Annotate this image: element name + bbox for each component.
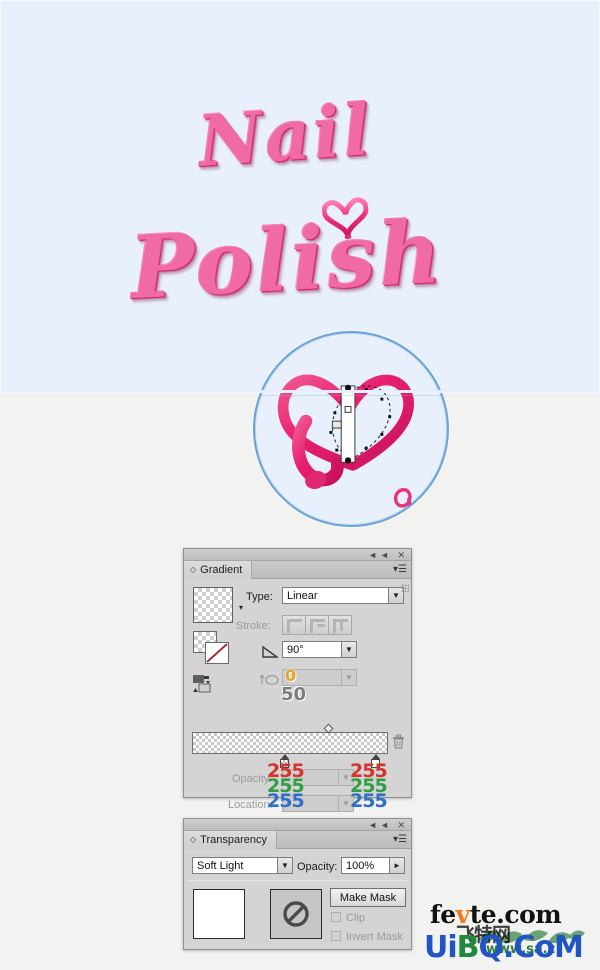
transparency-panel-tabbar: ◇ Transparency ▾☰ bbox=[184, 830, 411, 849]
clip-checkbox-label: Clip bbox=[346, 912, 365, 924]
tab-diamond-icon: ◇ bbox=[190, 835, 197, 844]
transparency-opacity-value[interactable]: 100% bbox=[341, 857, 390, 874]
location-label: Location: bbox=[228, 799, 273, 811]
aspect-overlay-value: 0 bbox=[285, 666, 297, 685]
heart-decoration-icon bbox=[321, 197, 369, 240]
detail-heart-paths bbox=[277, 374, 414, 517]
tab-gradient[interactable]: ◇ Gradient bbox=[184, 560, 253, 579]
blend-mode-select[interactable]: Soft Light ▼ bbox=[192, 857, 293, 874]
angle-icon bbox=[262, 645, 280, 661]
transparency-panel-body: Soft Light ▼ Opacity: 100% ► Make Mask C… bbox=[184, 849, 411, 943]
tab-diamond-icon: ◇ bbox=[190, 565, 197, 574]
watermark-brand-part1: Ui bbox=[424, 930, 458, 965]
gradient-panel-body: ▾ Type: Linear ▼ Stroke: 90° ▼ ▼ 0 50 Op… bbox=[184, 579, 411, 812]
watermark-brand-text: UiBQ.CoM bbox=[424, 930, 584, 965]
opacity-flyout-icon[interactable]: ► bbox=[390, 857, 405, 874]
chevron-down-icon[interactable]: ▼ bbox=[342, 641, 357, 658]
rgb-left-blue: 255 bbox=[267, 790, 305, 812]
gradient-panel-menu-icon[interactable]: ▾☰ bbox=[393, 564, 407, 576]
artboard-canvas: Nail Polish bbox=[0, 0, 600, 527]
angle-field[interactable]: 90° ▼ bbox=[282, 641, 357, 658]
transparency-panel-menu-icon[interactable]: ▾☰ bbox=[393, 834, 407, 846]
blend-mode-value[interactable]: Soft Light bbox=[192, 857, 278, 874]
collapse-icon[interactable]: ◄◄ bbox=[368, 550, 392, 560]
watermark-brand-part3: Q.CoM bbox=[478, 930, 584, 965]
gradient-preview-swatch[interactable] bbox=[193, 587, 233, 623]
trash-icon[interactable] bbox=[392, 734, 405, 750]
chevron-down-icon[interactable]: ▼ bbox=[278, 857, 293, 874]
invert-mask-checkbox-box bbox=[331, 931, 341, 941]
stroke-label: Stroke: bbox=[236, 620, 271, 632]
tab-transparency[interactable]: ◇ Transparency bbox=[184, 830, 277, 849]
chevron-down-icon: ▼ bbox=[342, 669, 357, 686]
invert-mask-checkbox-label: Invert Mask bbox=[346, 931, 403, 943]
artwork-word-polish: Polish bbox=[126, 200, 446, 319]
aspect-ratio-icon bbox=[259, 672, 280, 689]
tab-gradient-label: Gradient bbox=[200, 563, 243, 576]
fill-stroke-indicator[interactable] bbox=[193, 631, 233, 667]
watermark-site-suffix: te.com bbox=[469, 900, 562, 929]
stroke-across-gradient-button bbox=[328, 615, 352, 635]
gradient-panel-titlebar[interactable]: ◄◄ ✕ bbox=[184, 549, 411, 561]
transparency-opacity-field[interactable]: 100% ► bbox=[341, 857, 405, 874]
watermark-site-prefix: fe bbox=[430, 900, 456, 929]
type-label: Type: bbox=[246, 591, 273, 603]
make-mask-button[interactable]: Make Mask bbox=[330, 888, 406, 907]
angle-value[interactable]: 90° bbox=[282, 641, 342, 658]
mask-thumbnail[interactable] bbox=[270, 889, 322, 939]
artwork-word-nail: Nail bbox=[194, 87, 375, 182]
fill-stroke-swap-icon[interactable] bbox=[193, 675, 217, 696]
clip-checkbox-box bbox=[331, 912, 341, 922]
gradient-ramp[interactable] bbox=[192, 723, 388, 768]
rgb-readout-left: 255 255 255 bbox=[267, 762, 305, 812]
close-icon[interactable]: ✕ bbox=[397, 820, 408, 830]
gradient-midpoint-handle[interactable] bbox=[323, 723, 334, 734]
collapse-icon[interactable]: ◄◄ bbox=[368, 820, 392, 830]
watermark-site-text: fevte.com bbox=[430, 900, 562, 929]
rgb-readout-right: 255 255 255 bbox=[350, 762, 388, 812]
watermark: 飞特网 www.sa.z fevte.com UiBQ.CoM bbox=[424, 896, 596, 968]
tab-transparency-label: Transparency bbox=[200, 833, 267, 846]
invert-mask-checkbox: Invert Mask bbox=[331, 931, 403, 943]
divider bbox=[188, 880, 409, 881]
clip-checkbox: Clip bbox=[331, 912, 365, 924]
type-select-value[interactable]: Linear bbox=[282, 587, 389, 604]
stroke-within-gradient-button bbox=[282, 615, 306, 635]
type-select[interactable]: Linear ▼ bbox=[282, 587, 404, 604]
watermark-site-accent: v bbox=[455, 900, 471, 929]
stroke-type-buttons bbox=[282, 615, 352, 635]
close-icon[interactable]: ✕ bbox=[397, 550, 408, 560]
gradient-preview-dropdown-icon[interactable]: ▾ bbox=[239, 603, 243, 612]
transparency-panel: ◄◄ ✕ ◇ Transparency ▾☰ Soft Light ▼ Opac… bbox=[183, 818, 412, 950]
object-thumbnail[interactable] bbox=[193, 889, 245, 939]
stroke-along-gradient-button bbox=[305, 615, 329, 635]
stroke-swatch[interactable] bbox=[205, 642, 229, 664]
gradient-panel-tabbar: ◇ Gradient ▾☰ bbox=[184, 560, 411, 579]
panel-resize-grip[interactable] bbox=[401, 584, 409, 592]
gradient-panel: ◄◄ ✕ ◇ Gradient ▾☰ ▾ Type: Linear ▼ Stro… bbox=[183, 548, 412, 812]
rgb-right-blue: 255 bbox=[350, 790, 388, 812]
location-overlay-value: 50 bbox=[281, 684, 307, 705]
transparency-panel-titlebar[interactable]: ◄◄ ✕ bbox=[184, 819, 411, 831]
none-slash-icon bbox=[206, 643, 228, 663]
watermark-brand-part2: B bbox=[456, 930, 480, 965]
transparency-panel-titlebar-icons: ◄◄ ✕ bbox=[368, 819, 408, 831]
transparency-opacity-label: Opacity: bbox=[297, 861, 338, 873]
gradient-panel-titlebar-icons: ◄◄ ✕ bbox=[368, 549, 408, 561]
no-mask-icon bbox=[283, 901, 309, 927]
detail-zoom-circle bbox=[253, 331, 449, 527]
